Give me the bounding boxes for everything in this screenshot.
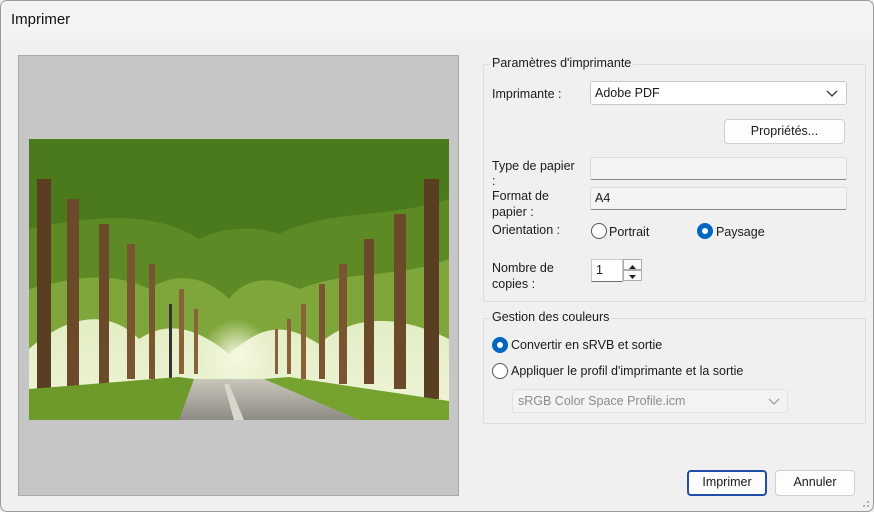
convert-srgb-label[interactable]: Convertir en sRVB et sortie xyxy=(511,337,662,353)
printer-label: Imprimante : xyxy=(492,87,562,101)
color-profile-select: sRGB Color Space Profile.icm xyxy=(512,389,788,413)
apply-profile-label[interactable]: Appliquer le profil d'imprimante et la s… xyxy=(511,363,743,379)
printer-select-value: Adobe PDF xyxy=(595,86,660,100)
copies-input[interactable]: 1 xyxy=(591,259,623,282)
print-button[interactable]: Imprimer xyxy=(687,470,767,496)
paper-format-field: A4 xyxy=(590,187,847,210)
convert-srgb-radio[interactable] xyxy=(492,337,508,353)
print-preview xyxy=(18,55,459,496)
cancel-button[interactable]: Annuler xyxy=(775,470,855,496)
print-dialog: Imprimer Paramètres d'imprimante Imprima… xyxy=(0,0,874,512)
landscape-label[interactable]: Paysage xyxy=(716,224,765,240)
paper-format-label: Format de xyxy=(492,189,549,203)
paper-type-label: Type de papier xyxy=(492,159,575,173)
resize-grip-icon[interactable] xyxy=(860,498,870,508)
landscape-radio[interactable] xyxy=(697,223,713,239)
printer-select[interactable]: Adobe PDF xyxy=(590,81,847,105)
window-title: Imprimer xyxy=(11,11,71,28)
arrow-down-icon xyxy=(629,275,636,279)
copies-increment-button[interactable] xyxy=(623,259,642,270)
preview-image xyxy=(29,139,449,420)
paper-type-field xyxy=(590,157,847,180)
portrait-label[interactable]: Portrait xyxy=(609,224,649,240)
copies-decrement-button[interactable] xyxy=(623,270,642,281)
chevron-down-icon xyxy=(826,90,838,97)
copies-label: Nombre de xyxy=(492,261,554,275)
portrait-radio[interactable] xyxy=(591,223,607,239)
title-bar[interactable]: Imprimer xyxy=(1,1,873,39)
printer-settings-heading: Paramètres d'imprimante xyxy=(490,56,634,70)
tree-lined-road-image xyxy=(29,139,449,420)
paper-type-label-colon: : xyxy=(492,174,496,188)
chevron-down-icon xyxy=(768,398,780,405)
copies-stepper[interactable] xyxy=(623,259,642,281)
orientation-label: Orientation : xyxy=(492,223,561,237)
properties-button[interactable]: Propriétés... xyxy=(724,119,845,144)
paper-format-label-2: papier : xyxy=(492,205,534,219)
apply-profile-radio[interactable] xyxy=(492,363,508,379)
color-profile-value: sRGB Color Space Profile.icm xyxy=(518,394,686,408)
color-management-heading: Gestion des couleurs xyxy=(490,310,612,324)
copies-label-2: copies : xyxy=(492,277,536,291)
